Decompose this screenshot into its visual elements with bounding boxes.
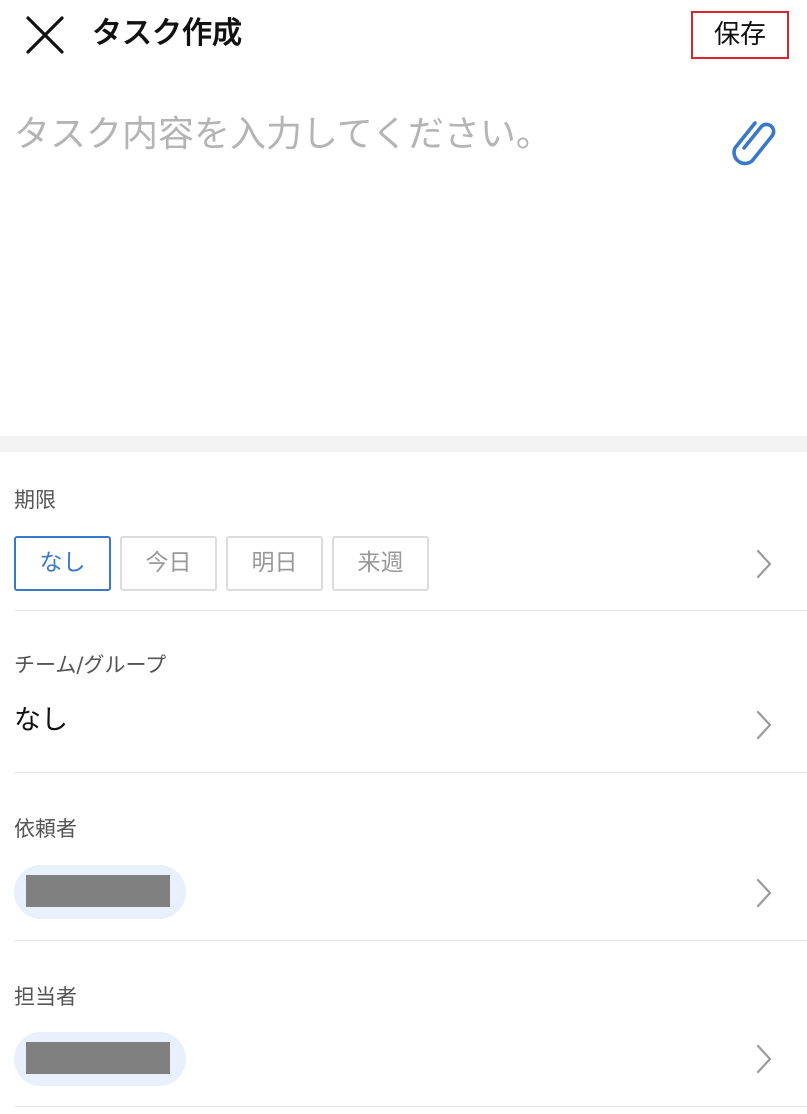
chevron-right-icon xyxy=(756,710,772,740)
assignee-avatar-chip[interactable] xyxy=(14,1032,186,1086)
redacted-name xyxy=(26,875,170,907)
redacted-name xyxy=(26,1042,170,1074)
chevron-right-icon xyxy=(756,1044,772,1074)
task-content-input[interactable] xyxy=(14,106,704,406)
assignee-chevron[interactable] xyxy=(754,1043,774,1075)
assignee-section[interactable]: 担当者 xyxy=(14,941,807,1107)
save-button[interactable]: 保存 xyxy=(691,11,789,59)
due-option-none[interactable]: なし xyxy=(14,536,111,591)
chevron-right-icon xyxy=(756,549,772,579)
assignee-label: 担当者 xyxy=(14,985,77,1009)
due-date-chevron[interactable] xyxy=(754,548,774,580)
close-button[interactable] xyxy=(22,12,68,58)
requester-chevron[interactable] xyxy=(754,877,774,909)
requester-avatar-chip[interactable] xyxy=(14,865,186,919)
requester-label: 依頼者 xyxy=(14,817,77,841)
due-date-label: 期限 xyxy=(14,488,56,512)
team-group-section[interactable]: チーム/グループ なし xyxy=(14,611,807,773)
team-group-label: チーム/グループ xyxy=(14,653,167,677)
due-date-section: 期限 なし 今日 明日 来週 xyxy=(14,452,807,611)
page-title: タスク作成 xyxy=(92,16,242,51)
due-option-today[interactable]: 今日 xyxy=(120,536,217,591)
team-group-value: なし xyxy=(14,705,68,736)
due-option-tomorrow[interactable]: 明日 xyxy=(226,536,323,591)
close-icon xyxy=(26,16,64,54)
team-group-chevron[interactable] xyxy=(754,709,774,741)
section-divider-band xyxy=(0,436,807,452)
due-option-next-week[interactable]: 来週 xyxy=(332,536,429,591)
app-header: タスク作成 保存 xyxy=(0,0,807,70)
attach-button[interactable] xyxy=(728,112,780,174)
chevron-right-icon xyxy=(756,878,772,908)
requester-section[interactable]: 依頼者 xyxy=(14,773,807,941)
paperclip-icon xyxy=(732,121,776,166)
